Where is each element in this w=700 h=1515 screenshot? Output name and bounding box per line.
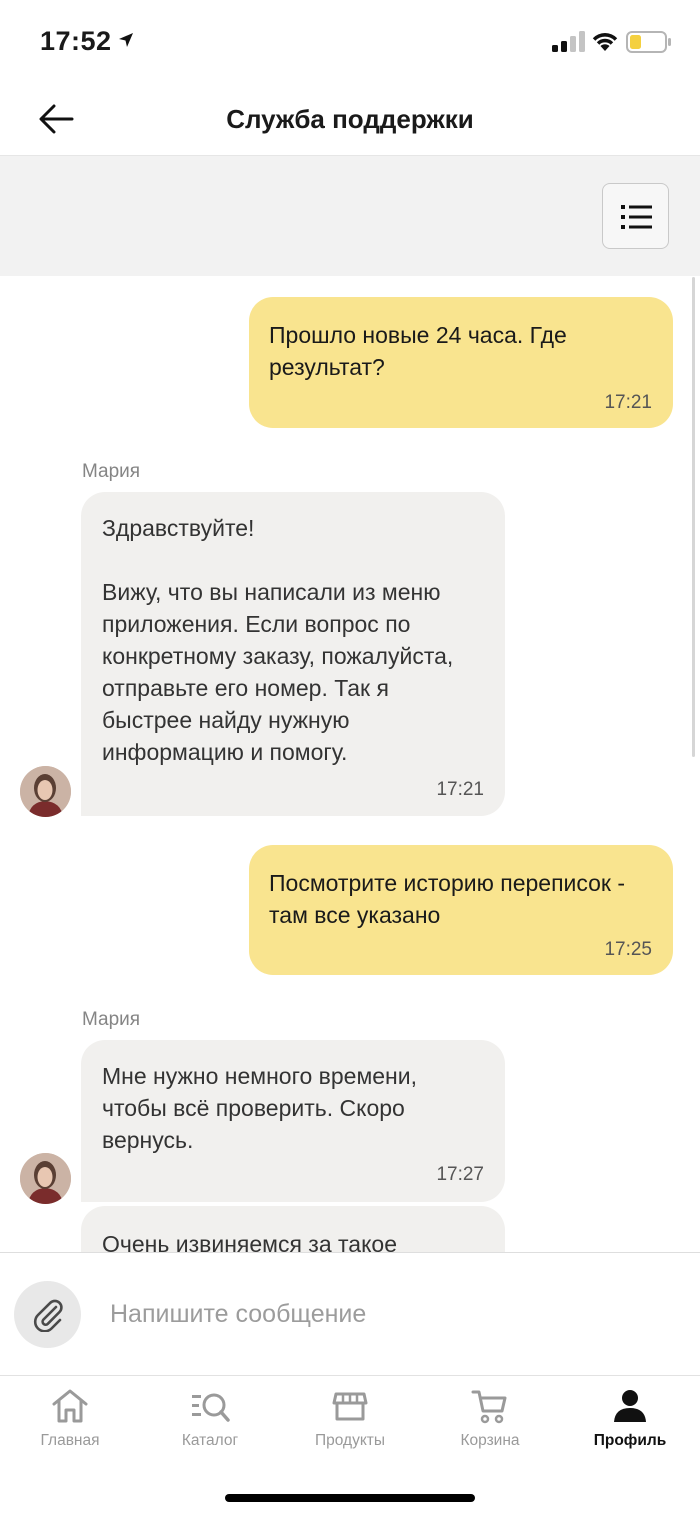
incoming-message[interactable]: Очень извиняемся за такое bbox=[81, 1206, 505, 1252]
list-icon bbox=[621, 205, 652, 229]
tab-cart[interactable]: Корзина bbox=[420, 1386, 560, 1461]
tab-home[interactable]: Главная bbox=[0, 1386, 140, 1461]
message-text: Здравствуйте! Вижу, что вы написали из м… bbox=[102, 515, 454, 765]
attach-button[interactable] bbox=[14, 1281, 81, 1348]
chat-messages[interactable]: Прошло новые 24 часа. Где результат? 17:… bbox=[0, 277, 700, 1252]
menu-button[interactable] bbox=[602, 183, 669, 249]
scrollbar[interactable] bbox=[692, 277, 695, 757]
message-text: Мне нужно немного времени, чтобы всё про… bbox=[102, 1063, 424, 1153]
tab-profile[interactable]: Профиль bbox=[560, 1386, 700, 1461]
profile-icon bbox=[614, 1390, 646, 1422]
tab-label: Главная bbox=[40, 1432, 100, 1449]
battery-icon bbox=[626, 31, 671, 53]
wifi-icon bbox=[592, 33, 618, 51]
status-bar: 17:52 bbox=[0, 0, 700, 80]
status-time: 17:52 bbox=[40, 26, 112, 56]
avatar[interactable] bbox=[20, 766, 71, 817]
tab-label: Корзина bbox=[460, 1432, 520, 1449]
home-icon bbox=[52, 1389, 88, 1423]
tab-label: Продукты bbox=[314, 1432, 386, 1449]
operator-photo bbox=[20, 1153, 71, 1204]
message-composer bbox=[0, 1252, 700, 1375]
store-icon bbox=[332, 1392, 368, 1421]
avatar[interactable] bbox=[20, 1153, 71, 1204]
tab-bar: Главная Каталог Продукты Корзина Профиль bbox=[0, 1375, 700, 1515]
location-arrow-icon bbox=[119, 33, 133, 47]
incoming-message[interactable]: Мне нужно немного времени, чтобы всё про… bbox=[81, 1040, 505, 1202]
outgoing-message[interactable]: Прошло новые 24 часа. Где результат? 17:… bbox=[249, 297, 673, 428]
home-indicator bbox=[225, 1494, 475, 1502]
tab-label: Профиль bbox=[593, 1432, 667, 1449]
page-title: Служба поддержки bbox=[226, 104, 474, 134]
sender-name: Мария bbox=[82, 461, 141, 482]
tab-catalog[interactable]: Каталог bbox=[140, 1386, 280, 1461]
paperclip-icon bbox=[33, 1299, 63, 1332]
incoming-message[interactable]: Здравствуйте! Вижу, что вы написали из м… bbox=[81, 492, 505, 816]
catalog-search-icon bbox=[192, 1393, 230, 1422]
outgoing-message[interactable]: Посмотрите историю переписок - там все у… bbox=[249, 845, 673, 975]
tab-products[interactable]: Продукты bbox=[280, 1386, 420, 1461]
tab-label: Каталог bbox=[181, 1432, 239, 1449]
signal-strength-icon bbox=[552, 31, 585, 52]
message-time: 17:25 bbox=[604, 939, 652, 960]
cart-icon bbox=[471, 1390, 507, 1424]
message-input[interactable] bbox=[110, 1290, 670, 1338]
message-text: Очень извиняемся за такое bbox=[102, 1231, 398, 1252]
message-time: 17:27 bbox=[436, 1164, 484, 1185]
message-time: 17:21 bbox=[604, 392, 652, 413]
message-text: Прошло новые 24 часа. Где результат? bbox=[269, 322, 574, 380]
sender-name: Мария bbox=[82, 1009, 141, 1030]
header: Служба поддержки bbox=[0, 80, 700, 156]
chat-toolbar bbox=[0, 156, 700, 276]
message-text: Посмотрите историю переписок - там все у… bbox=[269, 870, 632, 928]
operator-photo bbox=[20, 766, 71, 817]
message-time: 17:21 bbox=[436, 779, 484, 800]
